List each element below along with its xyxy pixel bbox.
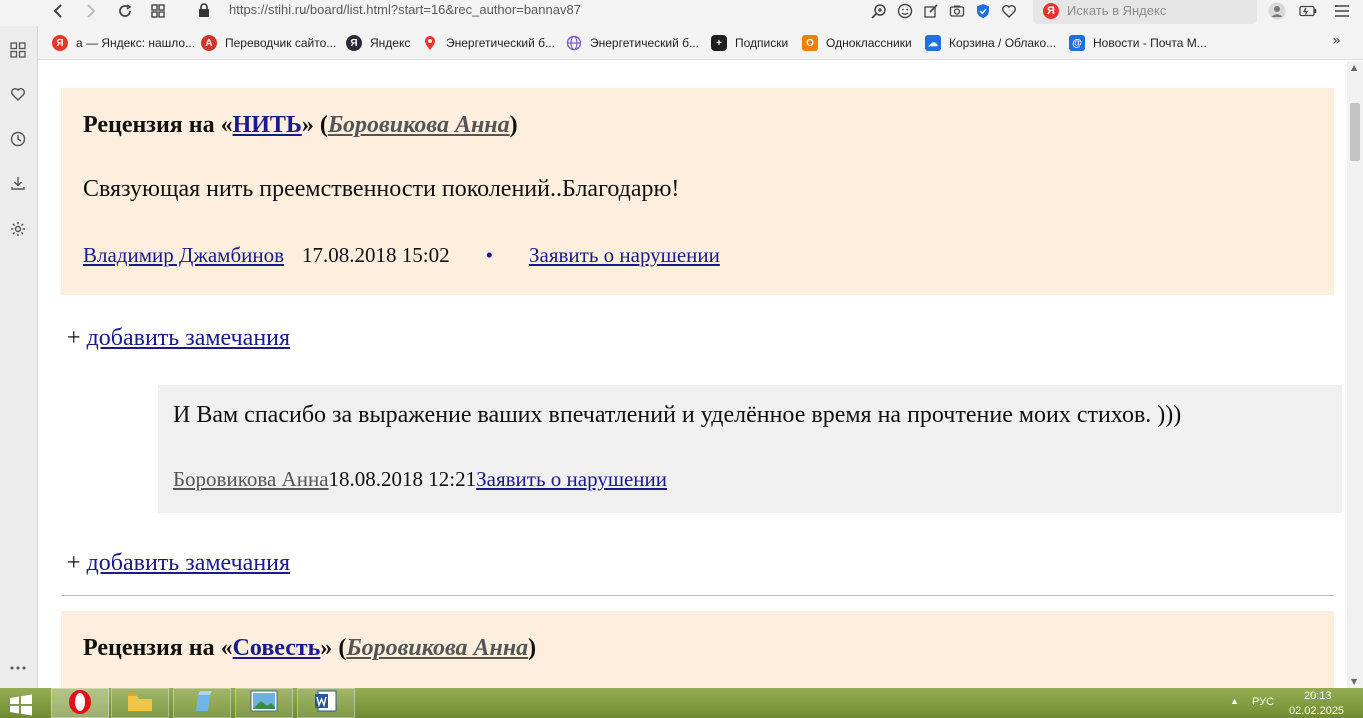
tabs-grid-icon[interactable] [146,0,170,22]
bookmark-item[interactable]: A Переводчик сайто... [201,34,336,52]
bookmark-item[interactable]: + Подписки [711,34,788,52]
download-icon[interactable] [8,173,28,193]
scroll-up-arrow-icon[interactable]: ▲ [1351,63,1357,72]
yandex-icon: Я [346,35,362,51]
word-icon [314,689,338,717]
review-title: Рецензия на «Совесть» (Боровикова Анна) [83,635,537,661]
speed-dial-icon[interactable] [8,40,28,60]
windows-start-icon[interactable] [6,692,36,718]
reply-text: И Вам спасибо за выражение ваших впечатл… [173,402,1182,428]
bookmark-item[interactable]: Я Яндекс [346,34,410,52]
zoom-icon[interactable] [869,1,889,21]
vertical-scrollbar[interactable]: ▲ ▼ [1347,61,1363,688]
review-card: Рецензия на «НИТЬ» (Боровикова Анна) Свя… [61,88,1334,295]
folder-icon [126,690,154,716]
language-indicator[interactable]: РУС [1252,696,1274,708]
add-remark: + добавить замечания [67,325,291,351]
word-taskbar-button[interactable] [297,688,355,718]
tray-expand-icon[interactable]: ▲ [1230,696,1239,706]
app-taskbar-button[interactable] [173,688,231,718]
reviewer-link[interactable]: Владимир Джамбинов [83,243,284,267]
picture-icon [250,690,278,716]
opera-taskbar-button[interactable] [51,688,109,718]
bookmark-item[interactable]: О Одноклассники [802,34,912,52]
menu-icon[interactable] [1332,1,1352,21]
review-card: Рецензия на «Совесть» (Боровикова Анна) [61,611,1334,688]
bookmark-item[interactable]: Я а — Яндекс: нашло... [52,34,195,52]
cloud-icon: ☁ [925,35,941,51]
add-remark-link[interactable]: добавить замечания [87,550,291,576]
review-meta: Владимир Джамбинов 17.08.2018 15:02 • Заяви… [83,243,720,268]
reload-icon[interactable] [113,0,137,22]
author-link[interactable]: Боровикова Анна [346,635,528,661]
globe-icon [566,35,582,51]
translator-icon: A [201,35,217,51]
opera-icon [67,688,93,718]
address-bar[interactable]: https://stihi.ru/board/list.html?start=1… [229,2,581,17]
battery-icon[interactable] [1298,1,1318,21]
shield-check-icon[interactable] [973,1,993,21]
add-remark: + добавить замечания [67,550,291,576]
report-violation-link[interactable]: Заявить о нарушении [476,467,667,491]
search-placeholder: Искать в Яндекс [1067,3,1167,18]
review-title: Рецензия на «НИТЬ» (Боровикова Анна) [83,112,518,138]
add-remark-link[interactable]: добавить замечания [87,325,291,351]
edit-icon[interactable] [921,1,941,21]
reply-meta: Боровикова Анна18.08.2018 12:21Заявить о… [173,467,667,492]
reply-date: 18.08.2018 12:21 [328,467,477,491]
reply-author-link[interactable]: Боровикова Анна [173,467,329,491]
bookmark-item[interactable]: Энергетический б... [422,34,555,52]
camera-icon[interactable] [947,1,967,21]
lock-icon[interactable] [196,2,212,18]
yandex-icon: Я [52,35,68,51]
more-dots-icon[interactable] [8,658,28,678]
author-reply: И Вам спасибо за выражение ваших впечатл… [158,385,1342,513]
map-pin-icon [422,35,438,51]
windows-taskbar: ▲ РУС 20:13 02.02.2025 [0,688,1363,718]
clock-time[interactable]: 20:13 [1304,690,1332,702]
scroll-down-arrow-icon[interactable]: ▼ [1351,677,1357,686]
photos-taskbar-button[interactable] [235,688,293,718]
divider [61,595,1334,596]
clock-date[interactable]: 02.02.2025 [1289,705,1344,717]
heart-icon[interactable] [8,84,28,104]
review-date: 17.08.2018 15:02 [302,243,450,267]
back-icon[interactable] [46,0,70,22]
yandex-logo-icon: Я [1043,3,1059,19]
author-link[interactable]: Боровикова Анна [328,112,510,138]
review-text: Связующая нить преемственности поколений… [83,176,680,202]
bullet-separator: • [485,243,493,267]
history-clock-icon[interactable] [8,129,28,149]
chevron-right-double-icon[interactable]: » [1332,33,1341,49]
settings-gear-icon[interactable] [8,219,28,239]
bookmarks-bar: Я а — Яндекс: нашло... A Переводчик сайт… [38,26,1363,60]
heart-icon[interactable] [999,1,1019,21]
explorer-taskbar-button[interactable] [111,688,169,718]
profile-icon[interactable] [1267,1,1287,21]
mail-icon: @ [1069,35,1085,51]
scrollbar-thumb[interactable] [1350,103,1360,161]
yandex-search-field[interactable]: Я Искать в Яндекс [1033,0,1257,24]
forward-icon[interactable] [79,0,103,22]
work-link[interactable]: Совесть [233,635,321,661]
bookmark-item[interactable]: Энергетический б... [566,34,699,52]
bookmark-item[interactable]: ☁ Корзина / Облако... [925,34,1056,52]
notepad-icon [190,689,214,717]
emoji-icon[interactable] [895,1,915,21]
odnoklassniki-icon: О [802,35,818,51]
browser-toolbar: https://stihi.ru/board/list.html?start=1… [0,0,1363,26]
subscriptions-icon: + [711,35,727,51]
report-violation-link[interactable]: Заявить о нарушении [529,243,720,267]
page-content: Рецензия на «НИТЬ» (Боровикова Анна) Свя… [38,61,1347,688]
bookmark-item[interactable]: @ Новости - Почта М... [1069,34,1207,52]
sidebar [0,26,38,688]
work-link[interactable]: НИТЬ [233,112,302,138]
